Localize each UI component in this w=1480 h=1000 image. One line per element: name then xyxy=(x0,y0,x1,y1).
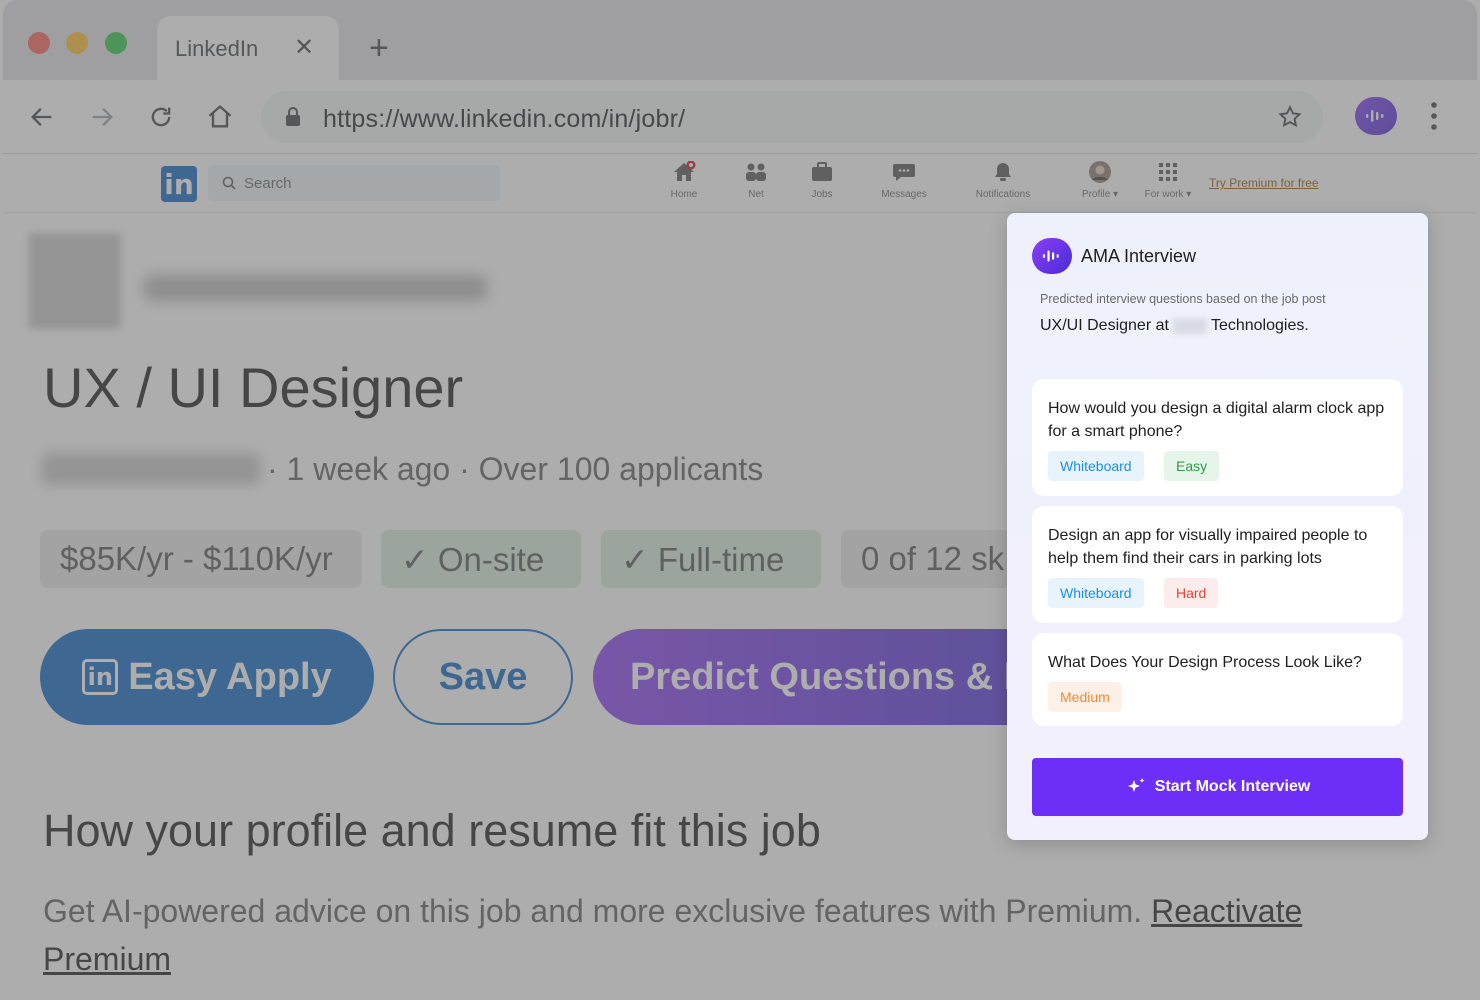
nav-notifications[interactable]: Notifications xyxy=(968,161,1038,200)
nav-for-work[interactable]: For work ▾ xyxy=(1133,161,1203,200)
save-label: Save xyxy=(438,655,528,698)
search-icon xyxy=(222,176,236,190)
linkedin-search-input[interactable]: Search xyxy=(208,165,500,201)
sparkle-icon xyxy=(1127,778,1145,792)
message-icon xyxy=(892,161,916,183)
job-title: UX / UI Designer xyxy=(43,356,464,419)
url-text: https://www.linkedin.com/in/jobr/ xyxy=(323,105,686,133)
nav-profile[interactable]: Profile ▾ xyxy=(1065,161,1135,200)
nav-profile-label: Profile ▾ xyxy=(1081,189,1119,200)
nav-for-work-label: For work ▾ xyxy=(1144,189,1192,200)
linkedin-small-icon: in xyxy=(82,659,119,695)
job-meta: · 1 week ago · Over 100 applicants xyxy=(267,451,764,487)
browser-toolbar: https://www.linkedin.com/in/jobr/ xyxy=(3,80,1477,154)
search-placeholder: Search xyxy=(244,175,292,192)
new-tab-icon[interactable]: + xyxy=(369,28,389,68)
nav-notifications-label: Notifications xyxy=(975,189,1031,200)
close-window-button[interactable] xyxy=(28,32,50,54)
network-icon xyxy=(744,161,768,183)
ama-interview-panel: AMA Interview Predicted interview questi… xyxy=(1007,213,1428,840)
nav-network[interactable]: Net xyxy=(721,161,791,200)
lock-icon xyxy=(286,107,300,126)
company-logo-blurred xyxy=(29,233,121,329)
browser-menu-icon[interactable] xyxy=(1427,98,1441,134)
maximize-window-button[interactable] xyxy=(105,32,127,54)
nav-network-label: Net xyxy=(748,189,764,200)
start-mock-interview-button[interactable]: Start Mock Interview xyxy=(1032,758,1403,816)
tab-strip: LinkedIn ✕ + xyxy=(3,0,1477,80)
question-card[interactable]: How would you design a digital alarm clo… xyxy=(1032,379,1403,496)
forward-arrow-icon[interactable] xyxy=(85,100,119,134)
linkedin-logo[interactable]: in xyxy=(161,166,197,202)
nav-jobs-label: Jobs xyxy=(811,189,833,200)
question-text: What Does Your Design Process Look Like? xyxy=(1048,654,1362,671)
profile-fit-description: Get AI-powered advice on this job and mo… xyxy=(43,893,1143,929)
panel-job-line: UX/UI Designer at Technologies. xyxy=(1040,317,1309,335)
company-blurred xyxy=(1172,317,1207,334)
panel-job-prefix: UX/UI Designer at xyxy=(1040,317,1169,334)
job-location-blurred xyxy=(41,453,261,485)
tag-difficulty: Medium xyxy=(1048,682,1122,712)
question-card[interactable]: Design an app for visually impaired peop… xyxy=(1032,506,1403,623)
ama-logo-icon xyxy=(1032,238,1072,274)
tag-difficulty: Easy xyxy=(1164,451,1220,481)
back-arrow-icon[interactable] xyxy=(25,100,59,134)
predict-questions-button[interactable]: Predict Questions & M xyxy=(593,629,1036,725)
profile-fit-heading: How your profile and resume fit this job xyxy=(43,805,821,856)
nav-home[interactable]: Home xyxy=(649,161,719,200)
nav-home-label: Home xyxy=(670,189,698,200)
try-premium-link[interactable]: Try Premium for free xyxy=(1209,176,1319,190)
nav-jobs[interactable]: Jobs xyxy=(787,161,857,200)
skills-chip: 0 of 12 sk xyxy=(841,530,1011,588)
tab-linkedin[interactable]: LinkedIn ✕ xyxy=(157,16,339,80)
tag-difficulty: Hard xyxy=(1164,578,1219,608)
easy-apply-label: Easy Apply xyxy=(128,655,332,698)
panel-subtitle: Predicted interview questions based on t… xyxy=(1040,292,1326,306)
panel-job-suffix: Technologies. xyxy=(1210,317,1309,334)
nav-messages[interactable]: Messages xyxy=(869,161,939,200)
tab-close-icon[interactable]: ✕ xyxy=(294,34,314,62)
address-bar[interactable]: https://www.linkedin.com/in/jobr/ xyxy=(261,91,1323,143)
ama-extension-icon[interactable] xyxy=(1355,97,1397,135)
predict-questions-label: Predict Questions & M xyxy=(630,655,1036,698)
onsite-chip: ✓ On-site xyxy=(381,530,581,588)
panel-title: AMA Interview xyxy=(1081,246,1197,266)
nav-messages-label: Messages xyxy=(881,189,927,200)
start-mock-interview-label: Start Mock Interview xyxy=(1154,778,1311,795)
tab-title: LinkedIn xyxy=(175,36,259,61)
question-text: Design an app for visually impaired peop… xyxy=(1048,527,1368,567)
fulltime-chip: ✓ Full-time xyxy=(601,530,821,588)
tag-whiteboard: Whiteboard xyxy=(1048,451,1144,481)
question-text: How would you design a digital alarm clo… xyxy=(1048,400,1385,440)
bell-icon xyxy=(991,161,1015,183)
tag-whiteboard: Whiteboard xyxy=(1048,578,1144,608)
salary-chip: $85K/yr - $110K/yr xyxy=(40,530,362,588)
home-icon xyxy=(672,161,696,183)
briefcase-icon xyxy=(810,161,834,183)
company-name-blurred xyxy=(143,275,488,301)
grid-icon xyxy=(1156,161,1180,183)
linkedin-navbar: in Search Home Net Jobs Messages Notific… xyxy=(3,155,1477,213)
minimize-window-button[interactable] xyxy=(66,32,88,54)
reload-icon[interactable] xyxy=(144,100,178,134)
bookmark-star-icon[interactable] xyxy=(1277,104,1303,130)
profile-fit-text: Get AI-powered advice on this job and mo… xyxy=(43,887,1403,983)
easy-apply-button[interactable]: in Easy Apply xyxy=(40,629,374,725)
home-icon[interactable] xyxy=(203,100,237,134)
save-button[interactable]: Save xyxy=(393,629,573,725)
question-card[interactable]: What Does Your Design Process Look Like?… xyxy=(1032,633,1403,726)
avatar-icon xyxy=(1088,161,1112,183)
